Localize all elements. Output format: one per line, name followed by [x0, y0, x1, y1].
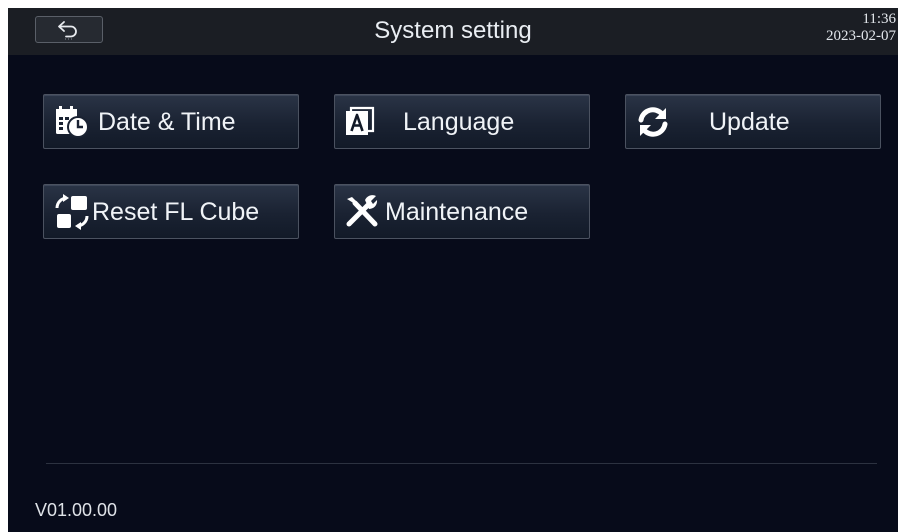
language-a-icon: [345, 95, 375, 148]
update-label: Update: [709, 108, 790, 136]
header-bar: System setting 11:36 2023-02-07: [8, 8, 898, 55]
reset-fl-cube-button[interactable]: Reset FL Cube: [43, 184, 299, 239]
refresh-icon: [636, 95, 670, 148]
reset-cube-icon: [54, 185, 90, 238]
wrench-screwdriver-icon: [343, 185, 381, 238]
language-button[interactable]: Language: [334, 94, 590, 149]
clock-time: 11:36: [862, 11, 896, 27]
reset-fl-cube-label: Reset FL Cube: [92, 198, 260, 226]
footer-divider: [46, 463, 877, 464]
version-label: V01.00.00: [35, 500, 118, 520]
clock-date: 2023-02-07: [826, 28, 896, 44]
maintenance-button[interactable]: Maintenance: [334, 184, 590, 239]
calendar-clock-icon: [54, 95, 90, 148]
date-time-button[interactable]: Date & Time: [43, 94, 299, 149]
maintenance-label: Maintenance: [385, 198, 529, 226]
update-button[interactable]: Update: [625, 94, 881, 149]
date-time-label: Date & Time: [98, 108, 236, 136]
page-title: System setting: [374, 17, 532, 44]
language-label: Language: [403, 108, 515, 136]
screen: System setting 11:36 2023-02-07 Date & T…: [8, 8, 898, 532]
clock: 11:36 2023-02-07: [826, 11, 896, 45]
